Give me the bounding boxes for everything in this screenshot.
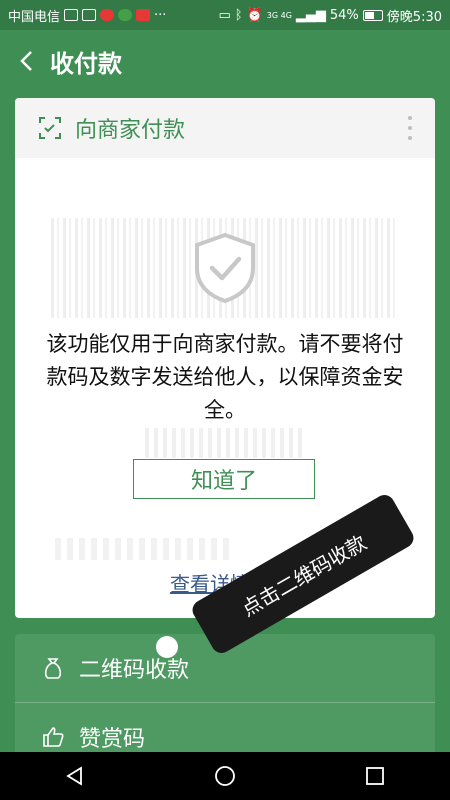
card-header: 向商家付款 <box>15 98 435 158</box>
back-button[interactable] <box>6 30 46 92</box>
camera-notification-icon <box>64 9 79 21</box>
tap-indicator <box>156 636 178 658</box>
briefcase-notification-icon <box>82 9 97 21</box>
nav-home-button[interactable] <box>205 756 245 796</box>
back-arrow-icon <box>20 51 32 71</box>
qr-receive-label: 二维码收款 <box>79 658 190 683</box>
nav-back-icon <box>66 766 82 786</box>
nav-back-button[interactable] <box>55 756 95 796</box>
nav-recents-icon <box>366 767 384 785</box>
signal-icon: ▂▄▆ <box>295 7 326 23</box>
card-title: 向商家付款 <box>75 118 186 143</box>
bluetooth-icon: ᛒ <box>234 7 243 23</box>
more-options-icon[interactable] <box>407 116 413 140</box>
app-notification-icon <box>100 9 115 21</box>
payment-code-digits <box>145 428 305 458</box>
payment-method-row <box>55 538 235 560</box>
moneybag-icon <box>44 658 62 679</box>
battery-icon <box>362 9 383 21</box>
scan-icon <box>39 117 61 139</box>
security-warning-text: 该功能仅用于向商家付款。请不要将付款码及数字发送给他人，以保障资金安全。 <box>46 332 404 422</box>
appreciation-code-label: 赞赏码 <box>79 727 146 752</box>
cast-icon: ▭ <box>218 7 231 23</box>
nav-recents-button[interactable] <box>355 756 395 796</box>
battery-percent: 54% <box>329 7 359 23</box>
nav-home-icon <box>215 766 235 786</box>
more-notifications-icon: ··· <box>154 7 167 23</box>
news-notification-icon <box>136 9 151 21</box>
system-nav-bar <box>0 752 450 800</box>
thumbs-up-icon <box>43 727 64 747</box>
network-type-text: 3G 4G <box>266 10 292 20</box>
title-bar: 收付款 <box>0 30 450 92</box>
status-bar: 中国电信 ··· ▭ ᛒ ⏰ 3G 4G ▂▄▆ 54% 傍晚5:30 <box>0 0 450 30</box>
carrier-text: 中国电信 <box>8 9 61 25</box>
clock-text: 傍晚5:30 <box>386 9 442 25</box>
alarm-icon: ⏰ <box>246 7 263 23</box>
page-title: 收付款 <box>50 49 122 78</box>
acknowledge-button[interactable]: 知道了 <box>133 459 315 499</box>
browser-notification-icon <box>118 9 133 21</box>
shield-check-icon <box>195 232 255 304</box>
